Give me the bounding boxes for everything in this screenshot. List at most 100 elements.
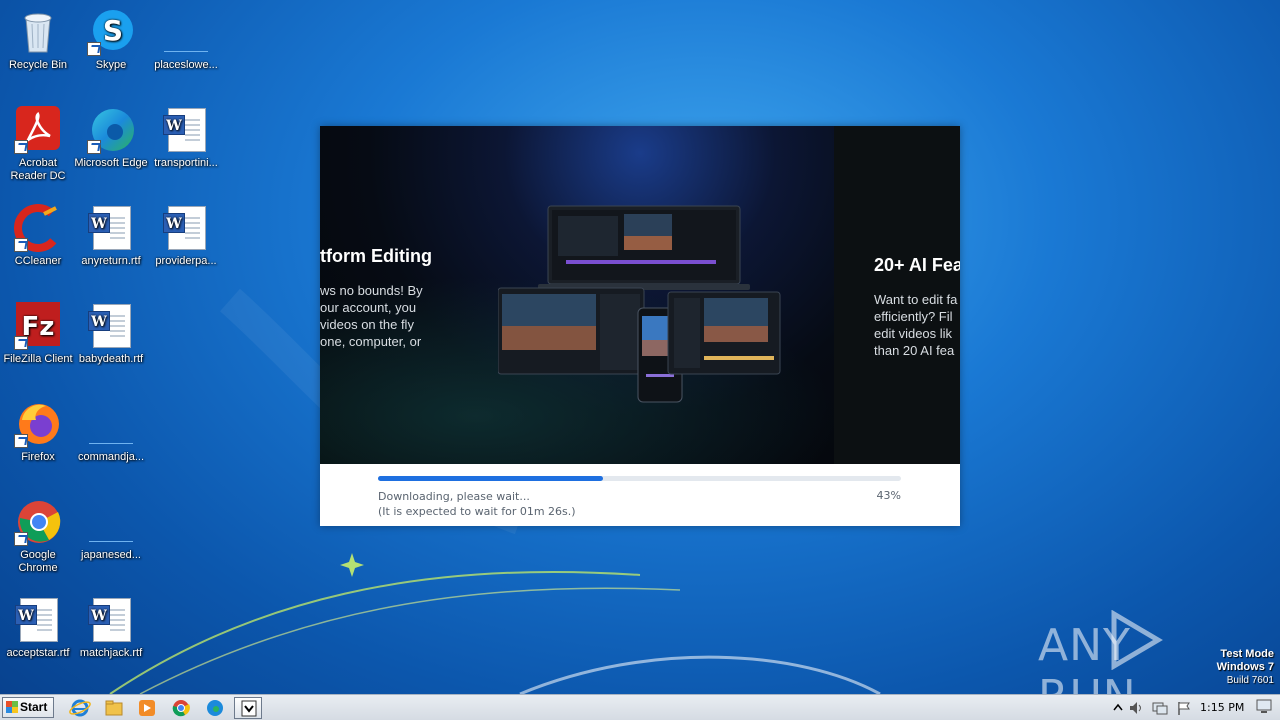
desktop-icon-skype[interactable]: S Skype [73,8,149,72]
taskbar-installer-button[interactable] [234,697,262,719]
taskbar: Start 1:15 PM [0,694,1280,720]
ccleaner-icon [14,204,62,252]
shortcut-arrow-icon [87,140,101,154]
svg-text:S: S [103,14,123,47]
edge-icon [207,700,223,716]
desktop-icon-label: FileZilla Client [3,353,73,365]
progress-status: Downloading, please wait... (It is expec… [378,489,576,519]
word-document-icon: W [162,204,210,252]
build-line: Build 7601 [1226,675,1274,686]
desktop-icon-chrome[interactable]: Google Chrome [0,498,76,575]
start-label: Start [20,700,48,714]
word-document-icon: W [14,596,62,644]
desktop-icon-label: Acrobat Reader DC [10,157,66,182]
recycle-bin-icon [14,8,62,56]
eta-text: (It is expected to wait for 01m 26s.) [378,505,576,518]
chrome-icon [172,700,190,717]
desktop-icon-providerpa[interactable]: W providerpa... [148,204,224,268]
anyrun-watermark: ANY RUN [1038,610,1238,720]
taskbar-explorer-button[interactable] [100,697,128,719]
status-text: Downloading, please wait... [378,490,530,503]
shortcut-arrow-icon [14,140,28,154]
banner-right-text: Want to edit fa efficiently? Fil edit vi… [874,292,958,358]
desktop-icon-edge[interactable]: Microsoft Edge [73,106,149,170]
taskbar-clock[interactable]: 1:15 PM [1200,701,1244,714]
desktop-icon-japanesed[interactable]: japanesed... [73,498,149,562]
media-player-icon [139,700,155,716]
desktop-icon-acrobat[interactable]: Acrobat Reader DC [0,106,76,183]
desktop-icon-transportini[interactable]: W transportini... [148,106,224,170]
desktop-icon-acceptstar[interactable]: W acceptstar.rtf [0,596,76,660]
taskbar-edge-button[interactable] [201,697,229,719]
test-mode-line: Test Mode [1220,648,1274,660]
progress-fill [378,476,603,481]
action-center-flag-icon[interactable] [1176,700,1192,716]
chrome-icon [14,498,62,546]
desktop-icon-firefox[interactable]: Firefox [0,400,76,464]
taskbar-ie-button[interactable] [66,697,94,719]
installer-app-icon [241,700,257,717]
test-mode-label: Test Mode Windows 7 Build 7601 [1217,648,1274,687]
network-icon[interactable] [1152,700,1168,716]
edge-icon [87,106,135,154]
desktop-icon-label: Recycle Bin [8,59,68,71]
show-desktop-icon[interactable] [1256,698,1272,714]
desktop-icon-recycle-bin[interactable]: Recycle Bin [0,8,76,72]
blank-file-icon [87,400,135,448]
windows-flag-icon [6,701,18,713]
firefox-icon [14,400,62,448]
progress-percent: 43% [876,489,901,502]
skype-icon: S [87,8,135,56]
desktop-icon-label: Google Chrome [18,549,58,574]
desktop-icon-matchjack[interactable]: W matchjack.rtf [73,596,149,660]
desktop-icon-anyreturn[interactable]: W anyreturn.rtf [73,204,149,268]
volume-icon[interactable] [1128,700,1144,716]
desktop-icon-label: Microsoft Edge [74,157,148,169]
desktop-icon-label: providerpa... [155,255,217,267]
desktop-icon-label: placeslowe... [154,59,218,71]
word-document-icon: W [87,204,135,252]
shortcut-arrow-icon [14,336,28,350]
desktop-icon-placeslowe[interactable]: placeslowe... [148,8,224,72]
start-button[interactable]: Start [2,697,54,718]
shortcut-arrow-icon [14,434,28,448]
banner-left-title: tform Editing [320,246,432,266]
desktop-icon-label: Firefox [21,451,55,463]
internet-explorer-icon [69,699,91,717]
download-progress-bar [378,476,901,481]
word-document-icon: W [87,596,135,644]
desktop-icon-label: commandja... [77,451,145,463]
taskbar-media-player-button[interactable] [133,697,161,719]
banner-right-title: 20+ AI Fea [874,255,960,275]
word-document-icon: W [87,302,135,350]
shortcut-arrow-icon [14,238,28,252]
desktop-icon-label: acceptstar.rtf [6,647,70,659]
desktop-icon-filezilla[interactable]: Fz FileZilla Client [0,302,76,366]
desktop-icon-label: japanesed... [81,549,141,561]
desktop-icon-label: Skype [95,59,127,71]
desktop-icon-label: transportini... [154,157,218,169]
desktop-icon-commandja[interactable]: commandja... [73,400,149,464]
desktop-icon-label: anyreturn.rtf [81,255,141,267]
show-hidden-icons-icon[interactable] [1110,700,1126,716]
progress-area: Downloading, please wait... (It is expec… [320,464,960,526]
desktop-icon-label: matchjack.rtf [79,647,143,659]
folder-icon [105,700,123,716]
desktop-icon-babydeath[interactable]: W babydeath.rtf [73,302,149,366]
device-mockup-image [498,205,781,403]
installer-window: tform Editing ws no bounds! By our accou… [320,126,960,526]
blank-file-icon [87,498,135,546]
word-document-icon: W [162,106,210,154]
os-name-line: Windows 7 [1216,661,1274,673]
shortcut-arrow-icon [87,42,101,56]
desktop-icon-ccleaner[interactable]: CCleaner [0,204,76,268]
acrobat-reader-icon [14,106,62,154]
banner-left-text: ws no bounds! By our account, you videos… [320,283,423,349]
taskbar-chrome-button[interactable] [167,697,195,719]
blank-file-icon [162,8,210,56]
filezilla-icon: Fz [14,302,62,350]
desktop-icon-label: babydeath.rtf [78,353,144,365]
promo-banner: tform Editing ws no bounds! By our accou… [320,126,960,464]
desktop-icon-label: CCleaner [14,255,62,267]
shortcut-arrow-icon [14,532,28,546]
